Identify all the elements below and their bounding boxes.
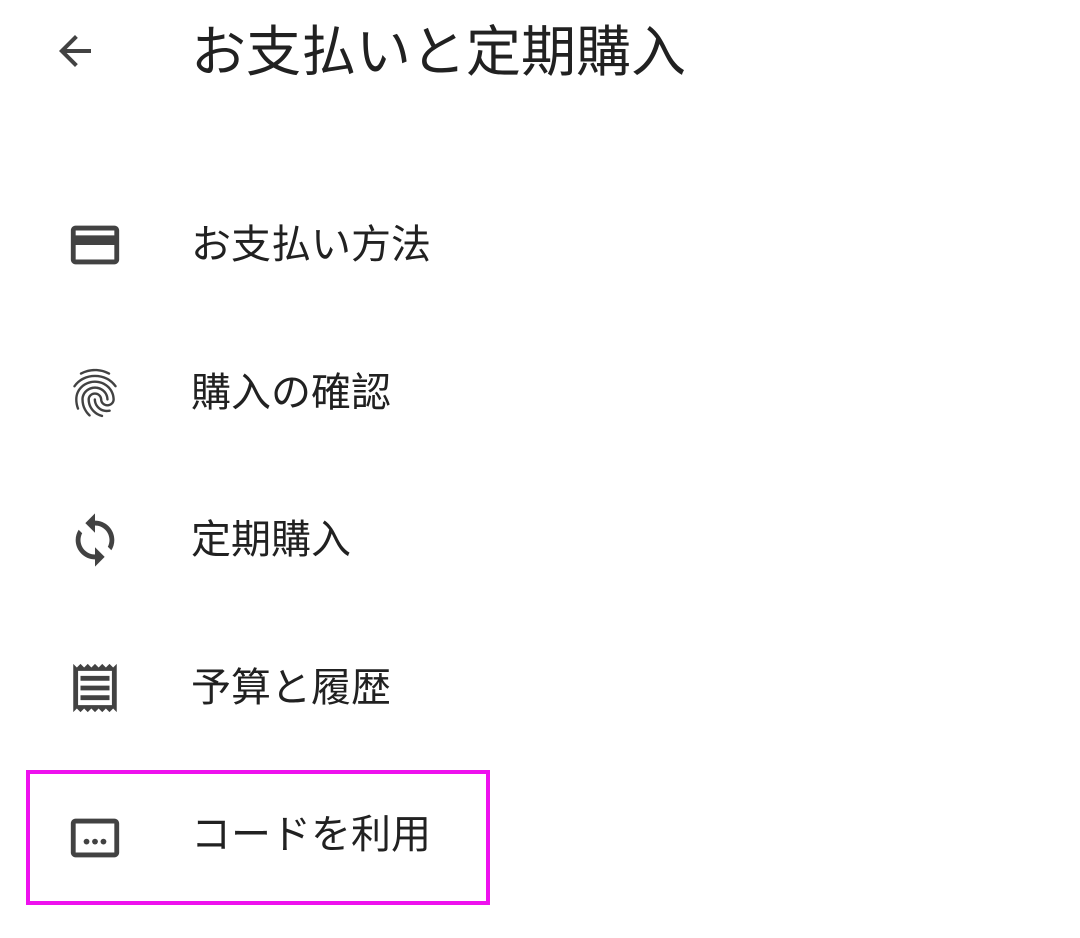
menu-item-label: 購入の確認 — [191, 370, 391, 416]
menu-item-label: 予算と履歴 — [191, 665, 391, 711]
menu-item-label: お支払い方法 — [191, 222, 431, 268]
menu-item-redeem-code[interactable]: コードを利用 — [0, 770, 1080, 900]
app-bar: お支払いと定期購入 — [0, 0, 1080, 110]
menu-item-budget-history[interactable]: 予算と履歴 — [0, 623, 1080, 753]
page-title: お支払いと定期購入 — [191, 20, 687, 84]
redeem-code-icon — [65, 808, 125, 868]
fingerprint-icon — [65, 363, 125, 423]
receipt-icon — [65, 658, 125, 718]
menu-item-label: コードを利用 — [191, 812, 431, 858]
menu-item-subscriptions[interactable]: 定期購入 — [0, 475, 1080, 605]
menu-item-label: 定期購入 — [191, 517, 351, 563]
back-button[interactable] — [44, 20, 106, 82]
menu-item-payment-methods[interactable]: お支払い方法 — [0, 180, 1080, 310]
credit-card-icon — [65, 215, 125, 275]
sync-icon — [65, 510, 125, 570]
menu-item-purchase-verification[interactable]: 購入の確認 — [0, 328, 1080, 458]
arrow-back-icon — [59, 35, 91, 67]
